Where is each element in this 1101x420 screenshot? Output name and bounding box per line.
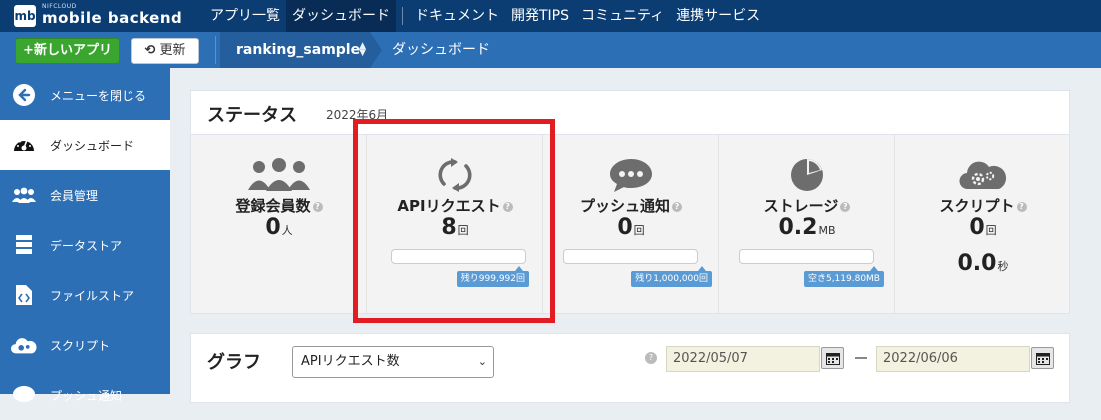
stat-value: 8回 <box>441 215 469 240</box>
sidebar-item-users[interactable]: 会員管理 <box>0 170 170 220</box>
app-name: ranking_sample <box>236 42 361 58</box>
stat-label: 登録会員数? <box>191 195 367 216</box>
stat-value: 0回 <box>617 215 645 240</box>
date-from-input[interactable]: 2022/05/07 <box>666 346 820 372</box>
calendar-icon[interactable] <box>821 347 844 369</box>
refresh-icon <box>367 157 543 193</box>
status-panel: ステータス 2022年6月 登録会員数? 0人 APIリクエスト? 8回 残り9… <box>190 90 1070 314</box>
storage-usage-bar <box>739 249 874 264</box>
users-icon <box>191 157 367 193</box>
help-icon[interactable]: ? <box>840 202 851 212</box>
status-cards: 登録会員数? 0人 APIリクエスト? 8回 残り999,992回 プッシュ通知… <box>191 135 1069 313</box>
sidebar-item-dashboard[interactable]: ダッシュボード <box>0 120 170 170</box>
stat-value-seconds: 0.0秒 <box>957 251 1009 276</box>
toolbar-divider <box>215 36 216 64</box>
remaining-badge: 空き5,119.80MB <box>803 266 884 287</box>
calendar-icon[interactable] <box>1031 347 1054 369</box>
stat-members: 登録会員数? 0人 <box>191 135 367 313</box>
metric-select[interactable]: APIリクエスト数 ⌄ <box>292 346 494 378</box>
stat-value: 0回 <box>969 215 997 240</box>
refresh-label: 更新 <box>159 43 186 58</box>
breadcrumb-current: ダッシュボード <box>392 42 490 58</box>
date-to-input[interactable]: 2022/06/06 <box>876 346 1030 372</box>
stat-label: スクリプト? <box>895 195 1071 216</box>
api-usage-bar <box>391 249 526 264</box>
nav-divider <box>402 7 403 25</box>
sidebar-item-label: スクリプト <box>50 338 111 353</box>
new-app-button[interactable]: +新しいアプリ <box>15 38 120 64</box>
stat-value: 0.2MB <box>778 215 836 240</box>
sidebar-item-label: 会員管理 <box>50 188 99 203</box>
arrow-left-circle-icon <box>11 82 37 108</box>
stat-value: 0人 <box>265 215 293 240</box>
graph-title: グラフ <box>207 352 261 373</box>
nav-integrations[interactable]: 連携サービス <box>670 0 766 32</box>
status-header: ステータス 2022年6月 <box>191 91 1069 135</box>
brand-name[interactable]: mobile backend <box>42 9 182 27</box>
help-icon[interactable]: ? <box>672 202 682 212</box>
app-toolbar: +新しいアプリ ⟲ 更新 ranking_sample ▲ ▼ ダッシュボード <box>0 32 1101 68</box>
nav-dev-tips[interactable]: 開発TIPS <box>505 0 575 32</box>
nav-community[interactable]: コミュニティ <box>575 0 670 32</box>
refresh-button[interactable]: ⟲ 更新 <box>131 38 199 64</box>
cloud-gear-icon <box>895 157 1071 193</box>
sidebar-item-label: ダッシュボード <box>50 138 135 153</box>
sidebar-item-label: メニューを閉じる <box>50 88 147 103</box>
help-icon[interactable]: ? <box>645 352 657 364</box>
sidebar-item-label: プッシュ通知 <box>50 388 123 403</box>
chevron-down-icon: ⌄ <box>477 355 487 368</box>
sidebar-item-label: ファイルストア <box>50 288 135 303</box>
stat-script: スクリプト? 0回 0.0秒 <box>895 135 1071 313</box>
date-range-dash <box>855 357 867 359</box>
stat-api-requests: APIリクエスト? 8回 残り999,992回 <box>367 135 543 313</box>
help-icon[interactable]: ? <box>1016 202 1027 212</box>
sidebar-item-close-menu[interactable]: メニューを閉じる <box>0 70 170 120</box>
sidebar-item-label: データストア <box>50 238 123 253</box>
refresh-icon: ⟲ <box>144 43 156 58</box>
mb-logo[interactable]: mb <box>14 5 36 27</box>
nav-dashboard[interactable]: ダッシュボード <box>286 0 396 32</box>
users-icon <box>11 182 37 208</box>
pie-chart-icon <box>719 157 895 193</box>
file-code-icon <box>11 282 37 308</box>
stat-label: ストレージ? <box>719 195 895 216</box>
status-month: 2022年6月 <box>326 108 389 122</box>
stat-storage: ストレージ? 0.2MB 空き5,119.80MB <box>719 135 895 313</box>
stat-push: プッシュ通知? 0回 残り1,000,000回 <box>543 135 719 313</box>
breadcrumb-arrow <box>370 32 382 68</box>
graph-panel: グラフ APIリクエスト数 ⌄ ? 2022/05/07 2022/06/06 <box>190 333 1070 403</box>
sidebar-item-filestore[interactable]: ファイルストア <box>0 270 170 320</box>
sidebar-item-datastore[interactable]: データストア <box>0 220 170 270</box>
push-usage-bar <box>563 249 698 264</box>
status-title: ステータス <box>207 105 297 126</box>
database-icon <box>11 232 37 258</box>
sort-arrows-icon: ▲ ▼ <box>359 41 366 58</box>
stat-label: プッシュ通知? <box>543 195 719 216</box>
sidebar-item-push[interactable]: プッシュ通知 <box>0 370 170 420</box>
nav-app-list[interactable]: アプリ一覧 <box>204 0 286 32</box>
metric-selected: APIリクエスト数 <box>301 354 400 369</box>
chat-icon <box>11 382 37 408</box>
remaining-badge: 残り1,000,000回 <box>631 266 712 287</box>
app-selector[interactable]: ranking_sample ▲ ▼ <box>220 32 370 68</box>
stat-label: APIリクエスト? <box>367 195 543 216</box>
help-icon[interactable]: ? <box>502 202 513 212</box>
chat-bubble-icon <box>543 157 719 193</box>
top-navbar: mb NIFCLOUD mobile backend アプリ一覧 ダッシュボード… <box>0 0 1101 32</box>
top-nav: アプリ一覧 ダッシュボード ドキュメント 開発TIPS コミュニティ 連携サービ… <box>204 0 766 32</box>
help-icon[interactable]: ? <box>312 202 323 212</box>
nav-documents[interactable]: ドキュメント <box>409 0 505 32</box>
sidebar: メニューを閉じる ダッシュボード 会員管理 データストア ファイルストア スクリ… <box>0 68 170 403</box>
remaining-badge: 残り999,992回 <box>456 266 529 287</box>
cloud-gear-icon <box>11 332 37 358</box>
sidebar-item-script[interactable]: スクリプト <box>0 320 170 370</box>
gauge-icon <box>11 132 37 158</box>
